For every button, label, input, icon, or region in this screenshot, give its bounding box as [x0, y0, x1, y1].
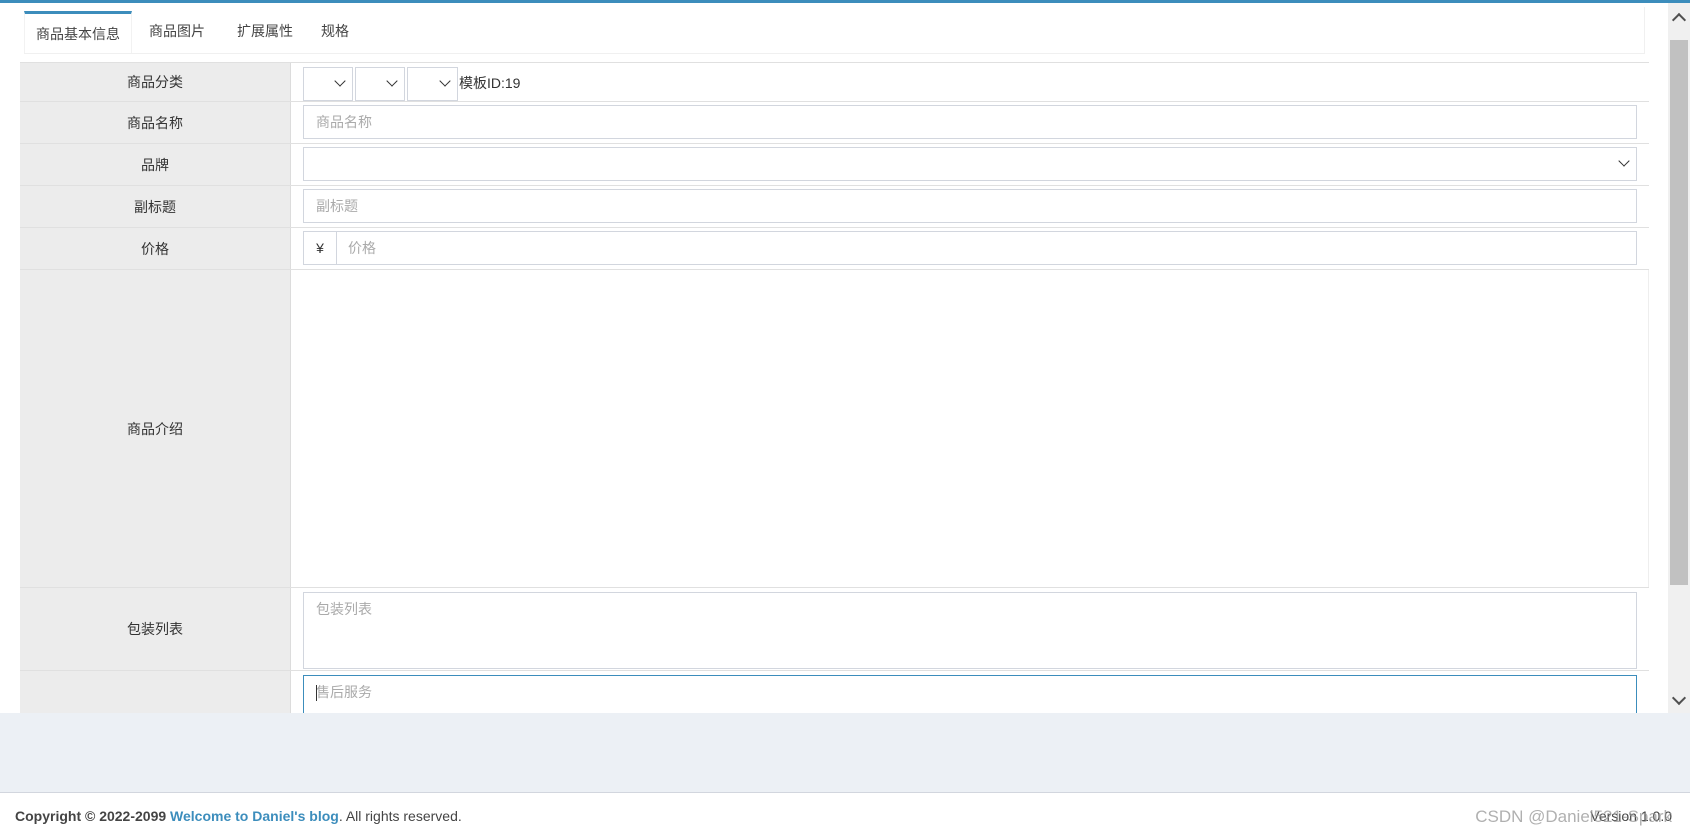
package-list-textarea[interactable]: 包装列表 [303, 592, 1637, 669]
chevron-down-icon [1618, 155, 1630, 167]
currency-addon: ¥ [304, 232, 337, 264]
chevron-down-icon [334, 75, 346, 87]
label-price: 价格 [20, 228, 291, 269]
content-frame: 商品基本信息 商品图片 扩展属性 规格 商品分类 模板ID:19 商品名称 商品… [0, 3, 1690, 713]
after-sales-service-textarea[interactable]: 售后服务 [303, 675, 1637, 713]
row-brand: 品牌 [20, 144, 1649, 186]
tab-specifications[interactable]: 规格 [314, 11, 356, 53]
tab-images[interactable]: 商品图片 [137, 11, 217, 53]
watermark-text: CSDN @Daniel521-Spark [1475, 807, 1672, 826]
blog-link[interactable]: Welcome to Daniel's blog [170, 808, 339, 824]
tab-bar: 商品基本信息 商品图片 扩展属性 规格 [24, 7, 1645, 54]
row-category: 商品分类 模板ID:19 [20, 63, 1649, 102]
tab-basic-info[interactable]: 商品基本信息 [24, 11, 132, 53]
chevron-down-icon [439, 75, 451, 87]
category-level1-select[interactable] [303, 67, 353, 101]
subtitle-input[interactable]: 副标题 [303, 189, 1637, 223]
label-category: 商品分类 [20, 63, 291, 101]
goods-form: 商品分类 模板ID:19 商品名称 商品名称 品牌 副标题 副标题 价格 ¥ 价… [20, 62, 1649, 713]
scrollbar-thumb[interactable] [1670, 40, 1688, 585]
row-price: 价格 ¥ 价格 [20, 228, 1649, 270]
label-service [20, 671, 291, 713]
label-brand: 品牌 [20, 144, 291, 185]
label-intro: 商品介绍 [20, 270, 291, 587]
row-intro: 商品介绍 [20, 270, 1649, 588]
scroll-down-icon[interactable] [1671, 690, 1687, 706]
scroll-up-icon[interactable] [1671, 12, 1687, 28]
row-name: 商品名称 商品名称 [20, 102, 1649, 144]
chevron-down-icon [386, 75, 398, 87]
label-package: 包装列表 [20, 588, 291, 670]
row-service: 售后服务 [20, 671, 1649, 713]
goods-name-input[interactable]: 商品名称 [303, 105, 1637, 139]
price-placeholder: 价格 [348, 240, 376, 256]
cell-category: 模板ID:19 [291, 63, 1649, 101]
copyright-prefix: Copyright © 2022-2099 [15, 808, 167, 824]
tab-extended-attributes[interactable]: 扩展属性 [226, 11, 304, 53]
category-level3-select[interactable] [407, 67, 458, 101]
service-placeholder: 售后服务 [316, 684, 372, 700]
price-input-group[interactable]: ¥ 价格 [303, 231, 1637, 265]
row-package: 包装列表 包装列表 [20, 588, 1649, 671]
category-level2-select[interactable] [355, 67, 405, 101]
label-subtitle: 副标题 [20, 186, 291, 227]
copyright-text: Copyright © 2022-2099 Welcome to Daniel'… [15, 808, 462, 824]
template-id-text: 模板ID:19 [459, 75, 521, 91]
vertical-scrollbar[interactable] [1668, 3, 1690, 713]
label-name: 商品名称 [20, 102, 291, 143]
copyright-suffix: . All rights reserved. [338, 808, 462, 824]
row-subtitle: 副标题 副标题 [20, 186, 1649, 228]
footer: Copyright © 2022-2099 Welcome to Daniel'… [0, 792, 1690, 840]
text-caret [316, 685, 317, 701]
intro-editor-area[interactable] [291, 270, 1649, 587]
brand-select[interactable] [303, 147, 1637, 181]
